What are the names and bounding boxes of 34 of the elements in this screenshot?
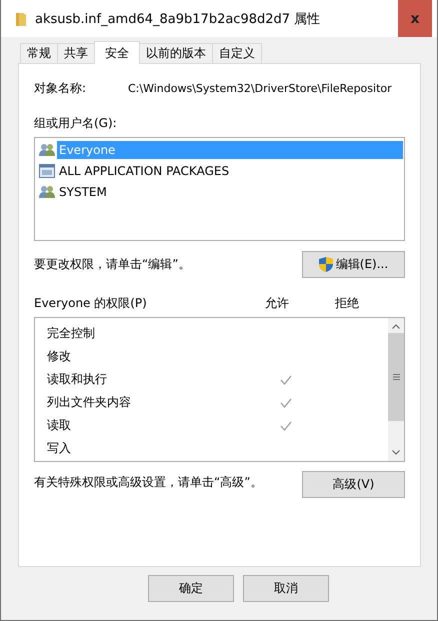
groups-label: 组或用户名(G): (34, 115, 117, 132)
group-list-item[interactable]: SYSTEM (39, 181, 403, 202)
permissions-label: Everyone 的权限(P) (34, 295, 148, 312)
group-name: SYSTEM (58, 184, 108, 200)
permission-row[interactable]: 读取和执行 (47, 368, 388, 391)
tab[interactable]: 安全 (94, 41, 140, 64)
edit-button[interactable]: 编辑(E)... (302, 251, 405, 278)
dialog-button[interactable]: 取消 (243, 575, 329, 602)
tab[interactable]: 常规 (20, 43, 58, 63)
permission-name: 完全控制 (47, 325, 96, 342)
permission-row[interactable]: 完全控制 (47, 322, 388, 345)
deny-column-header: 拒绝 (335, 295, 360, 312)
object-name-label: 对象名称: (34, 80, 88, 96)
permission-name: 写入 (47, 440, 72, 457)
close-button[interactable]: x (398, 0, 432, 37)
advanced-hint: 有关特殊权限或高级设置，请单击“高级”。 (34, 474, 262, 491)
permission-row[interactable]: 写入 (47, 437, 388, 460)
advanced-button[interactable]: 高级(V) (302, 471, 405, 498)
group-name: ALL APPLICATION PACKAGES (58, 162, 230, 180)
allow-column-header: 允许 (265, 295, 290, 312)
dialog-button[interactable]: 确定 (148, 575, 234, 602)
permission-name: 读取和执行 (47, 371, 108, 388)
group-name: Everyone (57, 140, 403, 158)
permission-name: 列出文件夹内容 (47, 394, 132, 411)
window-title: aksusb.inf_amd64_8a9b17b2ac98d2d7 属性 (35, 10, 322, 28)
permission-row[interactable]: 读取 (47, 414, 388, 437)
tab[interactable]: 自定义 (212, 43, 262, 63)
edit-hint: 要更改权限，请单击“编辑”。 (34, 256, 190, 273)
group-list-item[interactable]: ALL APPLICATION PACKAGES (39, 160, 403, 181)
permission-row[interactable]: 列出文件夹内容 (47, 391, 388, 414)
permission-name: 读取 (47, 417, 72, 434)
object-path: C:\Windows\System32\DriverStore\FileRepositor (128, 82, 392, 94)
permission-name: 修改 (47, 348, 72, 365)
permission-row[interactable]: 修改 (47, 345, 388, 368)
